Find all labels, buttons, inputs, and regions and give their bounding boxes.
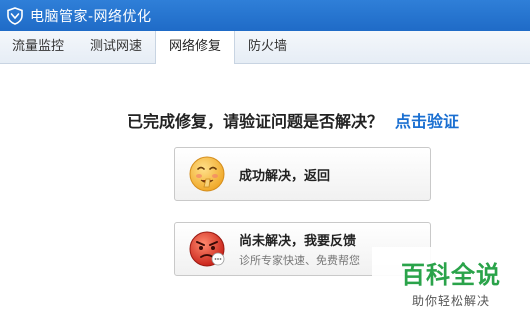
tab-speed-test[interactable]: 测试网速: [77, 31, 155, 63]
question-text: 已完成修复，请验证问题是否解决？: [127, 112, 384, 131]
verify-link[interactable]: 点击验证: [395, 112, 459, 131]
tab-network-repair[interactable]: 网络修复: [155, 31, 236, 64]
baike-watermark: 百科全说 助你轻松解决: [372, 247, 530, 309]
watermark-tagline: 助你轻松解决: [411, 294, 490, 308]
title-bar[interactable]: 电脑管家-网络优化: [0, 0, 530, 31]
repair-complete-question: 已完成修复，请验证问题是否解决？ 点击验证: [127, 108, 459, 132]
angry-face-icon: [188, 230, 226, 268]
resolved-button-label: 成功解决，返回: [239, 168, 331, 184]
pc-manager-shield-icon: [6, 6, 24, 25]
window-title: 电脑管家-网络优化: [30, 8, 152, 25]
tab-bar: 流量监控 测试网速 网络修复 防火墙: [0, 31, 530, 64]
tab-traffic-monitor[interactable]: 流量监控: [0, 31, 77, 63]
tab-firewall[interactable]: 防火墙: [235, 31, 300, 63]
network-optimization-window: 电脑管家-网络优化 流量监控 测试网速 网络修复 防火墙 已完成修复，请验证问题…: [0, 0, 530, 333]
watermark-brand: 百科全说: [401, 261, 501, 289]
happy-face-icon: [188, 155, 226, 193]
resolved-return-button[interactable]: 成功解决，返回: [174, 147, 431, 201]
